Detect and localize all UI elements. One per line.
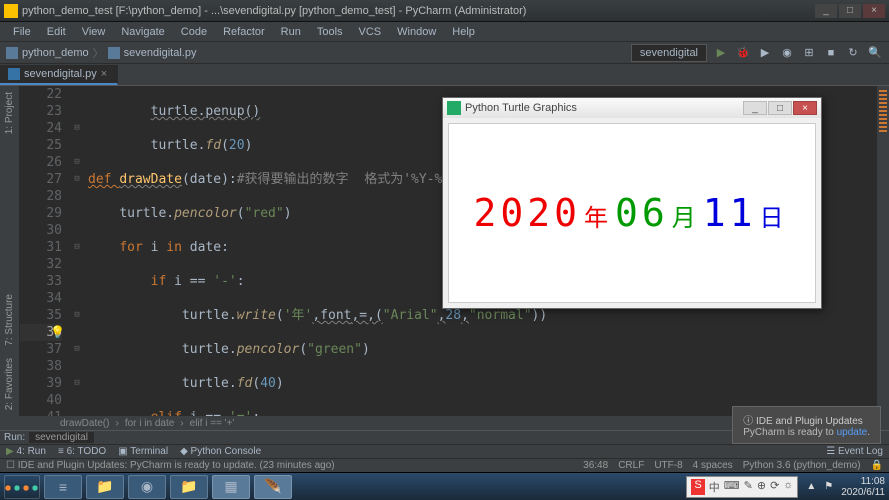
turtle-title-text: Python Turtle Graphics xyxy=(465,102,577,114)
python-icon xyxy=(447,101,461,115)
update-notification[interactable]: ⓘ IDE and Plugin Updates PyCharm is read… xyxy=(732,406,881,444)
task-python-turtle[interactable]: 🪶 xyxy=(254,475,292,499)
close-button[interactable]: × xyxy=(863,4,885,18)
breadcrumb-file[interactable]: sevendigital.py xyxy=(124,47,197,59)
coverage-button[interactable]: ▶ xyxy=(757,45,773,61)
window-title: python_demo_test [F:\python_demo] - ...\… xyxy=(22,5,526,17)
pycharm-icon xyxy=(4,4,18,18)
menu-help[interactable]: Help xyxy=(445,24,482,40)
day-digits: 11 xyxy=(703,191,757,235)
turtle-titlebar[interactable]: Python Turtle Graphics _ □ × xyxy=(443,98,821,118)
menu-view[interactable]: View xyxy=(75,24,113,40)
tray-flag-icon[interactable]: ⚑ xyxy=(824,481,833,492)
minimize-button[interactable]: _ xyxy=(815,4,837,18)
year-label: 年 xyxy=(581,198,615,233)
rail-project[interactable]: 1: Project xyxy=(2,86,17,140)
crumb-1[interactable]: drawDate() xyxy=(60,418,109,429)
task-explorer[interactable]: 📁 xyxy=(86,475,124,499)
crumb-2[interactable]: for i in date xyxy=(125,418,174,429)
profile-button[interactable]: ◉ xyxy=(779,45,795,61)
concurrency-button[interactable]: ⊞ xyxy=(801,45,817,61)
tray-chevron-icon[interactable]: ▲ xyxy=(806,481,816,492)
menu-window[interactable]: Window xyxy=(390,24,443,40)
task-pycharm[interactable]: ▦ xyxy=(212,475,250,499)
python-file-icon xyxy=(8,68,20,80)
gutter[interactable]: 2223242526272829303132333435363738394041… xyxy=(20,86,70,416)
bottom-tool-bar: ▶ 4: Run ≡ 6: TODO ▣ Terminal ◆ Python C… xyxy=(0,444,889,458)
breadcrumb-bar: python_demo 〉 sevendigital.py sevendigit… xyxy=(0,42,889,64)
python-file-icon xyxy=(108,47,120,59)
tab-sevendigital[interactable]: sevendigital.py × xyxy=(0,65,118,85)
month-digits: 06 xyxy=(615,191,669,235)
search-button[interactable]: 🔍 xyxy=(867,45,883,61)
tool-todo[interactable]: ≡ 6: TODO xyxy=(58,446,106,457)
tab-label: sevendigital.py xyxy=(24,68,97,80)
tab-close-icon[interactable]: × xyxy=(101,68,107,80)
titlebar: python_demo_test [F:\python_demo] - ...\… xyxy=(0,0,889,22)
status-pos[interactable]: 36:48 xyxy=(583,460,608,471)
start-button[interactable] xyxy=(4,475,40,499)
status-bar: ☐ IDE and Plugin Updates: PyCharm is rea… xyxy=(0,458,889,472)
update-link[interactable]: update xyxy=(837,427,868,438)
rail-favorites[interactable]: 2: Favorites xyxy=(2,352,17,416)
task-vscode[interactable]: ≡ xyxy=(44,475,82,499)
status-line-sep[interactable]: CRLF xyxy=(618,460,644,471)
tool-terminal[interactable]: ▣ Terminal xyxy=(118,446,168,457)
turtle-window[interactable]: Python Turtle Graphics _ □ × 2020 年 06 月… xyxy=(442,97,822,309)
left-tool-rail: 1: Project 7: Structure 2: Favorites xyxy=(0,86,20,416)
run-config-select[interactable]: sevendigital xyxy=(631,44,707,62)
rail-structure[interactable]: 7: Structure xyxy=(2,288,17,352)
breadcrumb-project[interactable]: python_demo xyxy=(22,47,89,59)
folder-icon xyxy=(6,47,18,59)
turtle-close-button[interactable]: × xyxy=(793,101,817,115)
turtle-maximize-button[interactable]: □ xyxy=(768,101,792,115)
day-label: 日 xyxy=(757,198,791,233)
lock-icon[interactable]: 🔒 xyxy=(871,460,883,471)
year-digits: 2020 xyxy=(473,191,581,235)
month-label: 月 xyxy=(669,198,703,233)
status-encoding[interactable]: UTF-8 xyxy=(654,460,682,471)
system-clock[interactable]: 11:08 2020/6/11 xyxy=(841,476,885,498)
run-panel-label: Run: xyxy=(4,432,25,443)
ime-indicator[interactable]: S 中 ⌨✎⊕⟳☼ xyxy=(686,476,798,498)
menu-edit[interactable]: Edit xyxy=(40,24,73,40)
menu-navigate[interactable]: Navigate xyxy=(114,24,171,40)
menu-tools[interactable]: Tools xyxy=(310,24,350,40)
menu-run[interactable]: Run xyxy=(274,24,308,40)
stop-button[interactable]: ■ xyxy=(823,45,839,61)
error-stripe[interactable] xyxy=(877,86,889,416)
maximize-button[interactable]: □ xyxy=(839,4,861,18)
debug-button[interactable]: 🐞 xyxy=(735,45,751,61)
menu-code[interactable]: Code xyxy=(174,24,214,40)
menu-refactor[interactable]: Refactor xyxy=(216,24,272,40)
run-panel-tab[interactable]: sevendigital xyxy=(29,432,94,443)
tool-run[interactable]: ▶ 4: Run xyxy=(6,446,46,457)
tool-python-console[interactable]: ◆ Python Console xyxy=(180,446,261,457)
task-chrome[interactable]: ◉ xyxy=(128,475,166,499)
status-message[interactable]: ☐ IDE and Plugin Updates: PyCharm is rea… xyxy=(6,460,335,471)
windows-taskbar: ≡ 📁 ◉ 📁 ▦ 🪶 S 中 ⌨✎⊕⟳☼ ▲ ⚑ 11:08 2020/6/1… xyxy=(0,472,889,500)
tool-event-log[interactable]: ☰ Event Log xyxy=(826,446,883,457)
menu-file[interactable]: File xyxy=(6,24,38,40)
fold-column[interactable]: ⊟⊟⊟⊟⊟⊟⊟ xyxy=(70,86,84,416)
tab-bar: sevendigital.py × xyxy=(0,64,889,86)
run-button[interactable]: ▶ xyxy=(713,45,729,61)
status-interpreter[interactable]: Python 3.6 (python_demo) xyxy=(743,460,861,471)
intention-bulb-icon[interactable]: 💡 xyxy=(50,324,65,341)
status-indent[interactable]: 4 spaces xyxy=(693,460,733,471)
task-folder[interactable]: 📁 xyxy=(170,475,208,499)
crumb-3[interactable]: elif i == '+' xyxy=(190,418,235,429)
update-button[interactable]: ↻ xyxy=(845,45,861,61)
info-icon: ⓘ xyxy=(743,416,756,427)
menubar: File Edit View Navigate Code Refactor Ru… xyxy=(0,22,889,42)
menu-vcs[interactable]: VCS xyxy=(352,24,389,40)
turtle-canvas: 2020 年 06 月 11 日 xyxy=(448,123,816,303)
turtle-minimize-button[interactable]: _ xyxy=(743,101,767,115)
chevron-icon: 〉 xyxy=(93,45,104,61)
